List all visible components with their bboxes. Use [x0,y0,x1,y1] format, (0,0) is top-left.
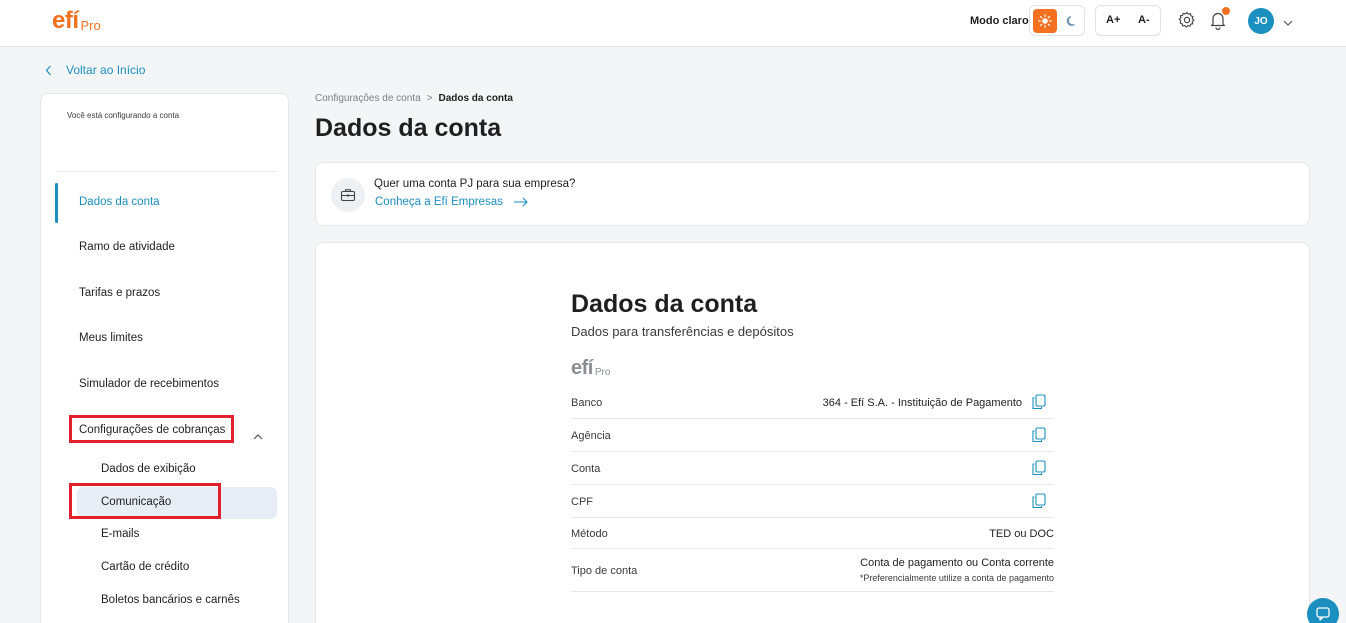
account-row-metodo: Método TED ou DOC [571,518,1054,549]
card-title: Dados da conta [571,290,758,318]
efi-pro-logo[interactable]: efí Pro [52,9,101,33]
theme-toggle[interactable] [1029,5,1085,36]
font-increase-button[interactable]: A+ [1106,14,1120,26]
sidebar-subitem-cartao-de-credito[interactable]: Cartão de crédito [101,561,189,573]
avatar[interactable]: JO [1248,8,1274,34]
chevron-down-icon[interactable] [1282,14,1294,32]
pj-account-banner: Quer uma conta PJ para sua empresa? Conh… [315,162,1310,226]
annotation-highlight-box [69,415,234,443]
sidebar-divider [56,171,276,172]
sidebar-subitem-boletos[interactable]: Boletos bancários e carnês [101,594,240,606]
top-header: efí Pro Modo claro A+ A- JO [0,0,1346,47]
breadcrumb-parent-link[interactable]: Configurações de conta [315,93,421,104]
settings-sidebar: Você está configurando a conta Dados da … [40,93,289,623]
chevron-left-icon [45,65,51,75]
page-title: Dados da conta [315,114,502,142]
sidebar-subitem-dados-de-exibicao[interactable]: Dados de exibição [101,463,196,475]
banner-question: Quer uma conta PJ para sua empresa? [374,178,576,190]
breadcrumb-current: Dados da conta [438,93,513,104]
sun-icon[interactable] [1033,9,1057,33]
account-row-cpf: CPF [571,485,1054,518]
copy-icon[interactable] [1032,427,1046,448]
efi-pro-logo: efí Pro [571,357,611,379]
breadcrumb-separator: > [426,93,433,104]
moon-icon[interactable] [1061,9,1083,33]
sidebar-subitem-emails[interactable]: E-mails [101,528,139,540]
gear-icon[interactable] [1178,11,1196,34]
account-details-card: Dados da conta Dados para transferências… [315,242,1310,623]
copy-icon[interactable] [1032,493,1046,514]
sidebar-item-simulador-de-recebimentos[interactable]: Simulador de recebimentos [79,378,219,390]
font-size-controls: A+ A- [1095,5,1161,36]
account-type-note: *Preferencialmente utilize a conta de pa… [859,573,1054,583]
sidebar-item-dados-da-conta[interactable]: Dados da conta [79,196,160,208]
account-row-tipo-de-conta: Tipo de conta Conta de pagamento ou Cont… [571,549,1054,592]
sidebar-item-tarifas-e-prazos[interactable]: Tarifas e prazos [79,287,160,299]
account-info-text: Você está configurando a conta [67,111,180,120]
notification-badge [1222,7,1230,15]
arrow-right-icon [513,197,528,207]
back-link-label: Voltar ao Início [66,63,146,77]
chevron-up-icon[interactable] [252,428,264,446]
annotation-highlight-box [69,483,221,519]
account-row-conta: Conta [571,452,1054,485]
banner-link-label: Conheça a Efí Empresas [375,196,503,208]
briefcase-icon [331,178,365,212]
efi-empresas-link[interactable]: Conheça a Efí Empresas [375,196,529,208]
back-to-home-link[interactable]: Voltar ao Início [45,63,145,77]
account-row-banco: Banco 364 - Efí S.A. - Instituição de Pa… [571,386,1054,419]
sidebar-item-ramo-de-atividade[interactable]: Ramo de atividade [79,241,175,253]
sidebar-item-meus-limites[interactable]: Meus limites [79,332,143,344]
card-subtitle: Dados para transferências e depósitos [571,324,794,339]
copy-icon[interactable] [1032,460,1046,481]
chat-icon [1316,607,1330,621]
breadcrumb: Configurações de conta > Dados da conta [315,93,513,104]
help-chat-button[interactable] [1307,598,1339,623]
copy-icon[interactable] [1032,394,1046,415]
font-decrease-button[interactable]: A- [1138,14,1150,26]
account-row-agencia: Agência [571,419,1054,452]
active-indicator [55,183,58,223]
theme-mode-label: Modo claro [970,15,1029,27]
